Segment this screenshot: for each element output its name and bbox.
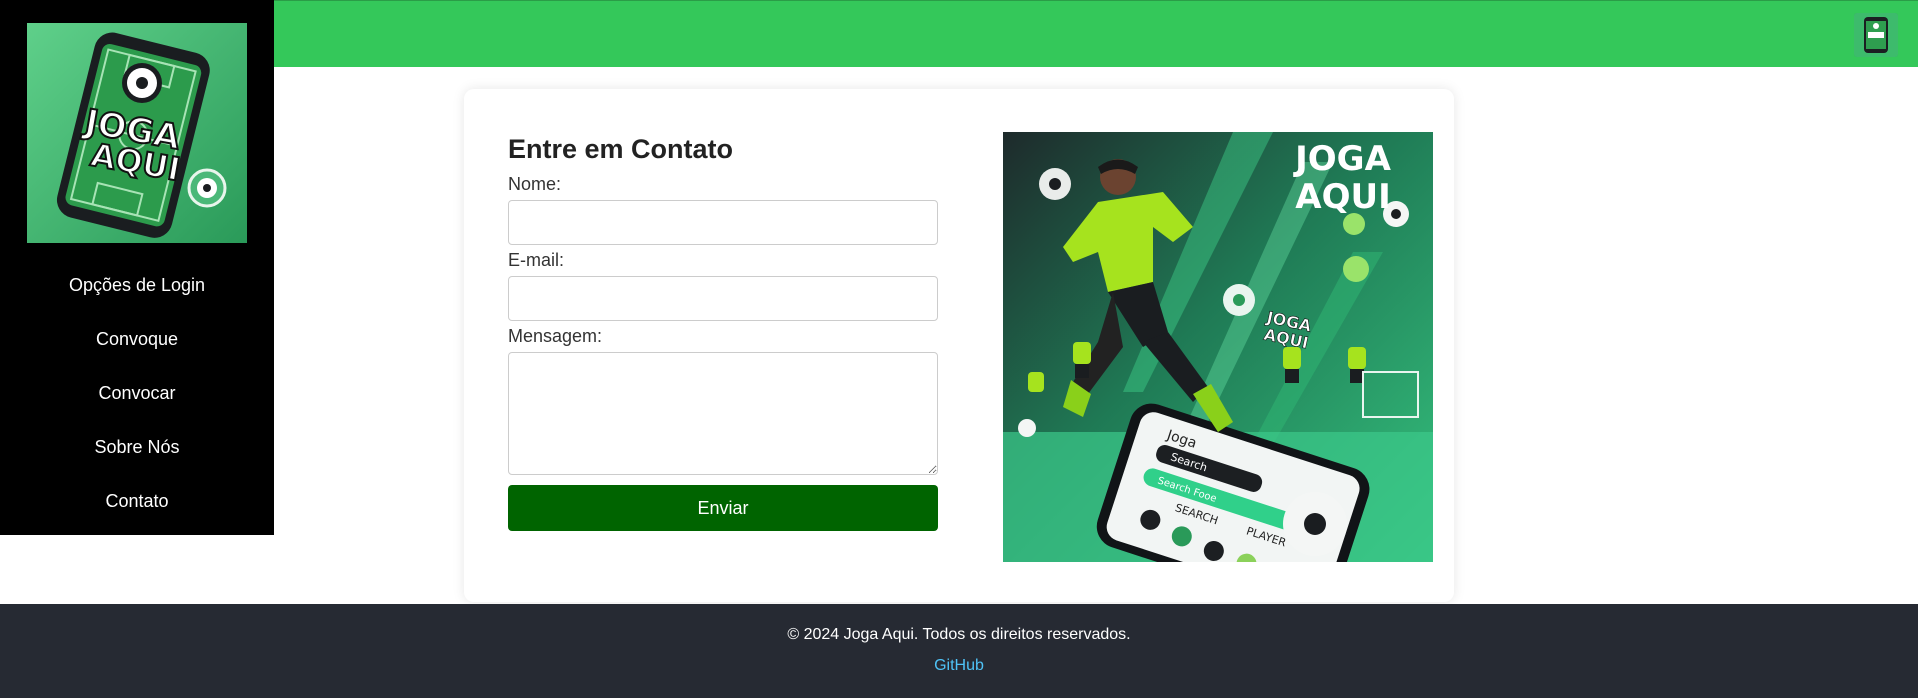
top-bar [0, 0, 1918, 67]
sidebar-item-about-us[interactable]: Sobre Nós [0, 420, 274, 474]
footer: © 2024 Joga Aqui. Todos os direitos rese… [0, 604, 1918, 698]
sidebar-item-convoque[interactable]: Convoque [0, 312, 274, 366]
joga-aqui-logo[interactable]: JOGA AQUI [27, 23, 247, 243]
sidebar-item-convocar[interactable]: Convocar [0, 366, 274, 420]
contact-form: Entre em Contato Nome: E-mail: Mensagem:… [508, 129, 938, 531]
phone-logo-icon: JOGA AQUI [27, 23, 247, 243]
message-field[interactable] [508, 352, 938, 475]
email-label: E-mail: [508, 250, 565, 270]
name-field[interactable] [508, 200, 938, 245]
sidebar-nav: Opções de Login Convoque Convocar Sobre … [0, 258, 274, 528]
email-field[interactable] [508, 276, 938, 321]
sidebar-item-login-options[interactable]: Opções de Login [0, 258, 274, 312]
form-title: Entre em Contato [508, 134, 734, 164]
top-logo-image[interactable] [1854, 13, 1898, 57]
logo-thumbnail-icon [1854, 13, 1898, 57]
message-label: Mensagem: [508, 326, 603, 346]
github-link[interactable]: GitHub [934, 657, 984, 674]
hero-image: Joga Search Search Fooe SEARCH PLAYER JO… [1003, 132, 1433, 562]
svg-text:JOGA: JOGA [1293, 139, 1391, 179]
sidebar: JOGA AQUI Opções de Login Convoque Convo… [0, 0, 274, 535]
name-label: Nome: [508, 174, 562, 194]
sidebar-item-contact[interactable]: Contato [0, 474, 274, 528]
contact-card: Entre em Contato Nome: E-mail: Mensagem:… [464, 89, 1454, 602]
footer-copyright: © 2024 Joga Aqui. Todos os direitos rese… [787, 626, 1131, 643]
submit-button[interactable]: Enviar [508, 485, 938, 531]
svg-text:AQUI: AQUI [1295, 177, 1390, 217]
footer-link-container: GitHub [0, 657, 1918, 675]
soccer-player-illustration-icon: Joga Search Search Fooe SEARCH PLAYER JO… [1003, 132, 1433, 562]
